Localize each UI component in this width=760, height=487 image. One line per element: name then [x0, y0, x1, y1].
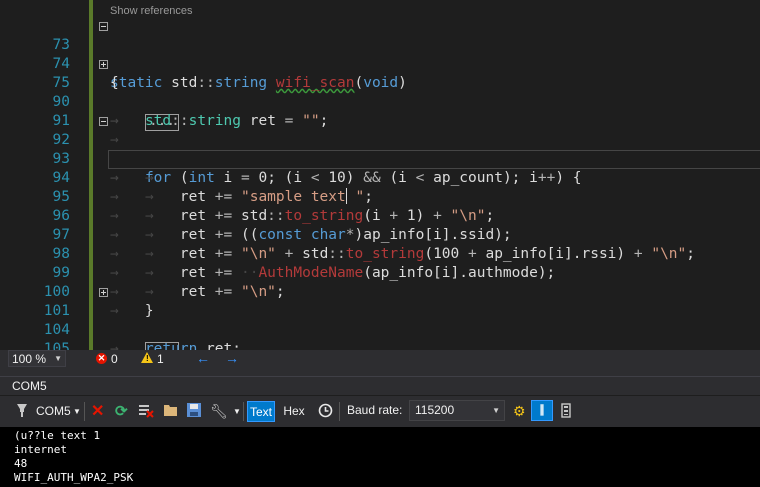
- refresh-icon[interactable]: ⟳: [115, 403, 128, 420]
- error-count[interactable]: 0: [111, 352, 118, 366]
- code-line-98[interactable]: 98 → → ret += ··AuthModeName(ap_info[i].…: [0, 226, 760, 281]
- collapse-icon[interactable]: [99, 22, 108, 31]
- hex-mode-button[interactable]: Hex: [279, 401, 309, 422]
- code-line-74[interactable]: 74 {: [0, 36, 760, 91]
- code-line-97[interactable]: 97 → → ret += "\n" + std::to_string(100 …: [0, 207, 760, 262]
- code-line-105[interactable]: 105 }: [0, 321, 760, 350]
- code-editor[interactable]: Show references 73 static std::string wi…: [0, 0, 760, 350]
- chevron-down-icon: ▼: [492, 406, 500, 415]
- serial-toolbar: COM5 ▼ ✕ ⟳ 🔧︎ ▼ Text Hex Baud rate: 1152…: [0, 396, 760, 427]
- save-icon[interactable]: [187, 403, 201, 420]
- serial-output[interactable]: (u??le text 1 internet 48 WIFI_AUTH_WPA2…: [0, 427, 760, 487]
- panel-splitter[interactable]: [0, 369, 760, 376]
- chevron-down-icon[interactable]: ▼: [73, 403, 81, 420]
- code-line-75[interactable]: 75 → ...: [0, 55, 760, 131]
- chevron-down-icon[interactable]: ▼: [233, 403, 241, 420]
- pause-button[interactable]: ∥: [531, 400, 553, 421]
- error-icon[interactable]: ✕: [96, 353, 107, 364]
- warning-count[interactable]: 1: [157, 352, 164, 366]
- clear-icon[interactable]: [138, 403, 154, 420]
- zoom-dropdown[interactable]: 100 % ▼: [8, 350, 66, 367]
- output-line: WIFI_AUTH_WPA2_PSK: [14, 471, 134, 484]
- code-line-90[interactable]: 90 → std::string ret = "";: [0, 74, 760, 129]
- arrow-left-icon[interactable]: ←: [196, 350, 210, 366]
- code-line-92[interactable]: 92 → for (int i = 0; (i < 10) && (i < ap…: [0, 112, 760, 186]
- text-mode-button[interactable]: Text: [247, 401, 275, 422]
- line-number: 105: [43, 341, 70, 350]
- timestamp-icon[interactable]: [318, 403, 333, 420]
- toolbar-separator: [243, 402, 244, 421]
- serial-panel-title: COM5: [0, 376, 760, 395]
- plug-icon[interactable]: [16, 403, 28, 420]
- wrench-icon[interactable]: 🔧︎: [210, 403, 228, 420]
- code-line-95[interactable]: 95 → → ret += std::to_string(i + 1) + "\…: [0, 169, 760, 224]
- code-line-101[interactable]: 101 → ...: [0, 283, 760, 350]
- chevron-down-icon: ▼: [54, 354, 62, 363]
- baud-rate-value: 115200: [415, 403, 455, 417]
- baud-rate-label: Baud rate:: [347, 403, 403, 417]
- code-line-104[interactable]: 104 → return ret;: [0, 302, 760, 350]
- baud-rate-select[interactable]: 115200 ▼: [409, 400, 505, 421]
- arrow-right-icon[interactable]: →: [225, 350, 239, 366]
- device-icon[interactable]: [561, 403, 571, 420]
- expand-icon[interactable]: [99, 288, 108, 297]
- open-folder-icon[interactable]: [163, 403, 179, 420]
- port-dropdown[interactable]: COM5: [36, 403, 71, 420]
- disconnect-icon[interactable]: ✕: [91, 403, 104, 420]
- expand-icon[interactable]: [99, 60, 108, 69]
- show-references-link[interactable]: Show references: [110, 5, 193, 17]
- settings-plug-icon[interactable]: ⚙︎: [513, 403, 526, 420]
- code-line-91[interactable]: 91 →: [0, 93, 760, 148]
- code-line-96[interactable]: 96 → → ret += ((const char*)ap_info[i].s…: [0, 188, 760, 243]
- code-line-93[interactable]: 93 → →: [0, 131, 760, 186]
- output-line: (u??le text 1: [14, 429, 101, 442]
- toolbar-separator: [339, 402, 340, 421]
- code-line-73[interactable]: 73 static std::string wifi_scan(void): [0, 17, 760, 91]
- warning-icon[interactable]: !: [141, 352, 153, 363]
- code-line-100[interactable]: 100 → }: [0, 264, 760, 319]
- zoom-value: 100 %: [12, 352, 47, 366]
- output-line: 48: [14, 457, 28, 470]
- output-line: internet: [14, 443, 67, 456]
- editor-status-bar: 100 % ▼ ✕ 0 ! 1 ← →: [0, 350, 760, 369]
- collapse-icon[interactable]: [99, 117, 108, 126]
- code-line-99[interactable]: 99 → → ret += "\n";: [0, 245, 760, 300]
- code-line-94[interactable]: 94 → → ret += "sample text ";: [0, 150, 760, 205]
- toolbar-separator: [84, 402, 85, 421]
